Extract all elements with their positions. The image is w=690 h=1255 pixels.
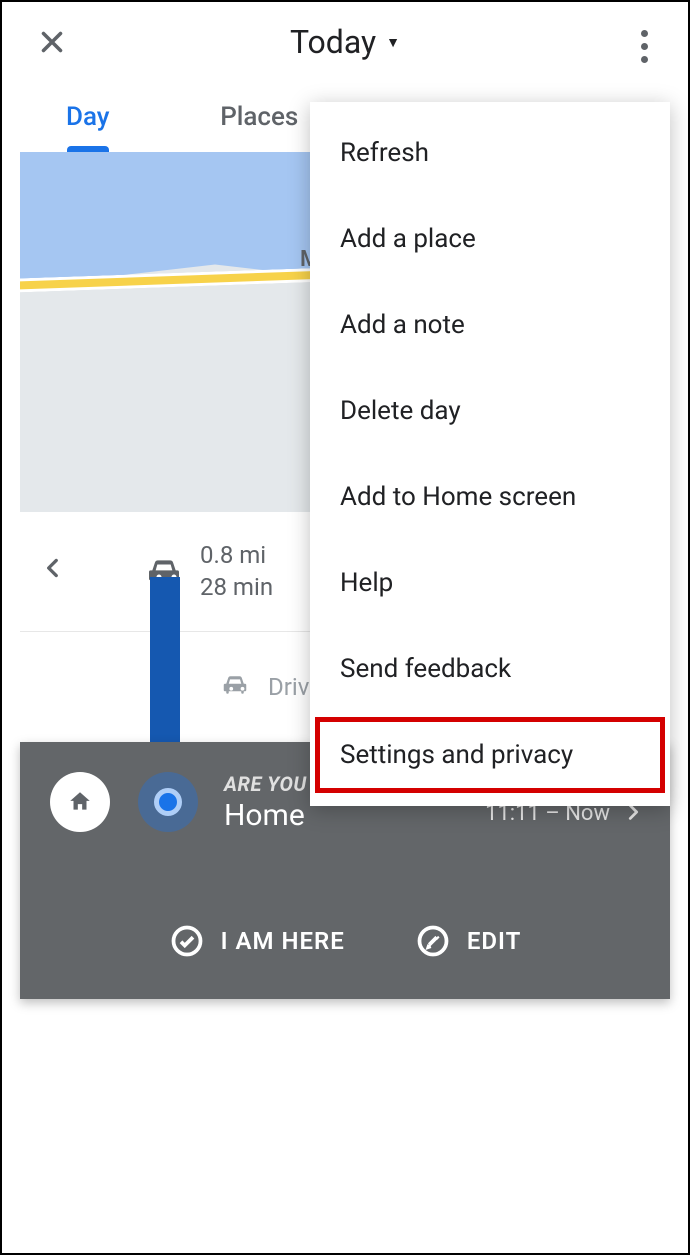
menu-item-add-a-place[interactable]: Add a place [310,196,670,282]
i-am-here-button[interactable]: I AM HERE [169,923,345,959]
overflow-menu-icon[interactable] [641,30,648,63]
trip-distance-duration: 0.8 mi 28 min [200,540,273,602]
trip-distance: 0.8 mi [200,540,273,571]
menu-item-send-feedback[interactable]: Send feedback [310,626,670,712]
trip-duration: 28 min [200,572,273,603]
menu-item-settings-and-privacy[interactable]: Settings and privacy [310,712,670,798]
menu-item-refresh[interactable]: Refresh [310,110,670,196]
tab-day[interactable]: Day [2,82,174,151]
dropdown-triangle-icon: ▼ [386,34,400,51]
edit-circle-icon [415,923,451,959]
menu-item-delete-day[interactable]: Delete day [310,368,670,454]
header-bar: Today ▼ [2,2,688,82]
date-picker[interactable]: Today ▼ [290,23,400,61]
tab-places-label: Places [220,102,298,132]
chevron-left-icon[interactable] [40,554,80,589]
check-circle-icon [169,923,205,959]
current-location-dot [138,772,198,832]
edit-label: EDIT [467,927,521,955]
menu-item-add-a-note[interactable]: Add a note [310,282,670,368]
overflow-menu: RefreshAdd a placeAdd a noteDelete dayAd… [310,102,670,806]
card-actions: I AM HERE EDIT [44,923,646,959]
i-am-here-label: I AM HERE [221,927,345,955]
close-icon[interactable] [32,25,72,59]
car-small-icon [220,670,250,704]
tab-day-label: Day [66,102,110,132]
menu-item-add-to-home-screen[interactable]: Add to Home screen [310,454,670,540]
menu-item-help[interactable]: Help [310,540,670,626]
home-badge[interactable] [50,772,110,832]
edit-button[interactable]: EDIT [415,923,521,959]
header-title-text: Today [290,23,376,61]
